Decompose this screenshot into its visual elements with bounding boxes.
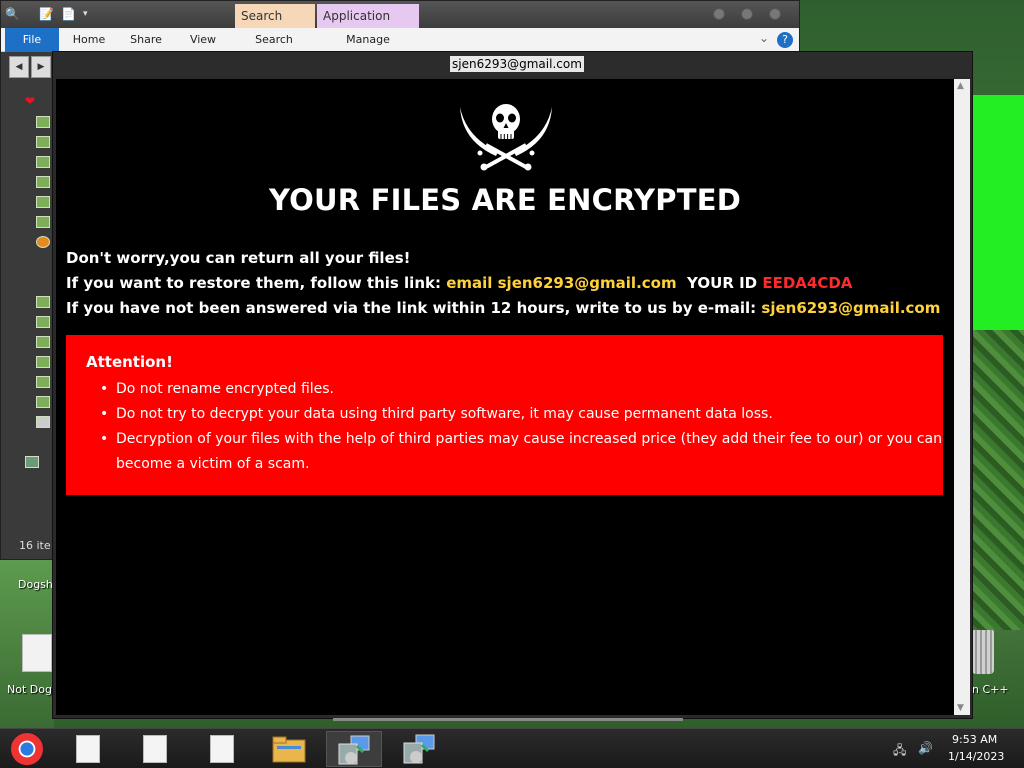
maximize-button[interactable] — [741, 8, 753, 20]
desktop-icon-label-2[interactable]: Not Dog — [7, 683, 52, 696]
nav-folder-icon[interactable] — [36, 376, 50, 388]
network-icon[interactable] — [25, 456, 39, 468]
attention-title: Attention! — [86, 353, 173, 371]
window-title: sjen6293@gmail.com — [450, 56, 584, 72]
tab-view[interactable]: View — [181, 28, 225, 52]
fallback-email[interactable]: sjen6293@gmail.com — [761, 299, 940, 317]
wallpaper-grass — [970, 330, 1024, 630]
tab-search-tools[interactable]: Search Tools — [235, 4, 315, 47]
nav-folder-icon[interactable] — [36, 336, 50, 348]
forward-button[interactable]: ▶ — [31, 56, 51, 78]
list-item: Do not rename encrypted files. — [100, 377, 942, 402]
tab-home[interactable]: Home — [65, 28, 113, 52]
nav-folder-icon[interactable] — [36, 176, 50, 188]
tab-search[interactable]: Search — [241, 28, 307, 52]
ransom-content: YOUR FILES ARE ENCRYPTED Don't worry,you… — [56, 79, 954, 715]
scroll-down-icon[interactable]: ▼ — [957, 703, 964, 713]
nav-folder-icon[interactable] — [36, 116, 50, 128]
nav-folder-icon[interactable] — [36, 356, 50, 368]
clock-time[interactable]: 9:53 AM — [952, 733, 997, 746]
vertical-scrollbar[interactable]: ▲ ▼ — [954, 79, 970, 715]
taskbar-document-icon[interactable] — [76, 735, 100, 763]
tab-manage[interactable]: Manage — [331, 28, 405, 52]
list-item: Decryption of your files with the help o… — [100, 427, 942, 477]
message-line-3: If you have not been answered via the li… — [66, 299, 940, 317]
search-icon[interactable]: 🔍 — [5, 7, 20, 21]
email-link[interactable]: email sjen6293@gmail.com — [446, 274, 676, 292]
taskbar — [0, 728, 1024, 768]
attention-list: Do not rename encrypted files. Do not tr… — [100, 377, 942, 477]
taskbar-app-button[interactable] — [392, 731, 448, 767]
taskbar-document-icon[interactable] — [210, 735, 234, 763]
wallpaper-glow — [970, 95, 1024, 330]
desktop-file-icon[interactable] — [22, 634, 52, 672]
nav-globe-icon[interactable] — [36, 236, 50, 248]
tab-share[interactable]: Share — [121, 28, 171, 52]
new-folder-icon[interactable]: 📄 — [61, 7, 76, 21]
message-line-1: Don't worry,you can return all your file… — [66, 249, 411, 267]
nav-folder-icon[interactable] — [36, 216, 50, 228]
ribbon-expand-icon[interactable]: ⌄ — [759, 31, 769, 45]
properties-icon[interactable]: 📝 — [39, 7, 54, 21]
nav-folder-icon[interactable] — [36, 296, 50, 308]
list-item: Do not try to decrypt your data using th… — [100, 402, 942, 427]
fallback-text: If you have not been answered via the li… — [66, 299, 762, 317]
explorer-titlebar: 🔍 📝 📄 ▾ Search Tools Application Tools — [1, 1, 799, 47]
ransom-note-window: sjen6293@gmail.com YOUR FILES ARE ENCRYP… — [52, 51, 973, 721]
victim-id: EEDA4CDA — [762, 274, 853, 292]
nav-folder-icon[interactable] — [36, 156, 50, 168]
message-line-2: If you want to restore them, follow this… — [66, 274, 852, 292]
recycle-bin-icon[interactable] — [972, 630, 994, 674]
installer-icon — [403, 734, 435, 764]
horizontal-scrollbar[interactable] — [333, 718, 683, 721]
start-button[interactable] — [10, 732, 44, 766]
restore-text: If you want to restore them, follow this… — [66, 274, 447, 292]
nav-folder-icon[interactable] — [36, 396, 50, 408]
close-button[interactable] — [769, 8, 781, 20]
help-icon[interactable]: ? — [777, 32, 793, 48]
id-label: YOUR ID — [676, 274, 763, 292]
minimize-button[interactable] — [713, 8, 725, 20]
scroll-up-icon[interactable]: ▲ — [957, 81, 964, 91]
tab-file[interactable]: File — [5, 28, 59, 52]
skull-crossed-swords-icon — [460, 104, 552, 171]
clock-date[interactable]: 1/14/2023 — [948, 750, 1004, 763]
desktop-icon-label-3[interactable]: n C++ — [972, 683, 1009, 696]
status-item-count: 16 ite — [19, 539, 51, 552]
favorites-icon[interactable]: ❤ — [25, 94, 35, 108]
tab-application-tools[interactable]: Application Tools — [317, 4, 419, 47]
ribbon-tabs: File Home Share View Search Manage ⌄ ? — [1, 28, 799, 52]
attention-box: Attention! Do not rename encrypted files… — [66, 335, 943, 495]
page-title: YOUR FILES ARE ENCRYPTED — [269, 183, 741, 217]
volume-icon[interactable]: 🔊 — [918, 741, 933, 755]
desktop-icon-label-1[interactable]: Dogsh — [18, 578, 53, 591]
ransom-titlebar: sjen6293@gmail.com — [53, 52, 972, 76]
taskbar-app-button-active[interactable] — [326, 731, 382, 767]
nav-folder-icon[interactable] — [36, 316, 50, 328]
taskbar-explorer-button[interactable] — [262, 731, 318, 767]
installer-icon — [338, 735, 370, 765]
nav-drive-icon[interactable] — [36, 416, 50, 428]
network-tray-icon[interactable]: 🖧 — [893, 741, 906, 762]
taskbar-document-icon[interactable] — [143, 735, 167, 763]
nav-folder-icon[interactable] — [36, 136, 50, 148]
chevron-down-icon[interactable]: ▾ — [83, 7, 97, 21]
back-button[interactable]: ◀ — [9, 56, 29, 78]
folder-icon — [272, 736, 306, 763]
nav-folder-icon[interactable] — [36, 196, 50, 208]
